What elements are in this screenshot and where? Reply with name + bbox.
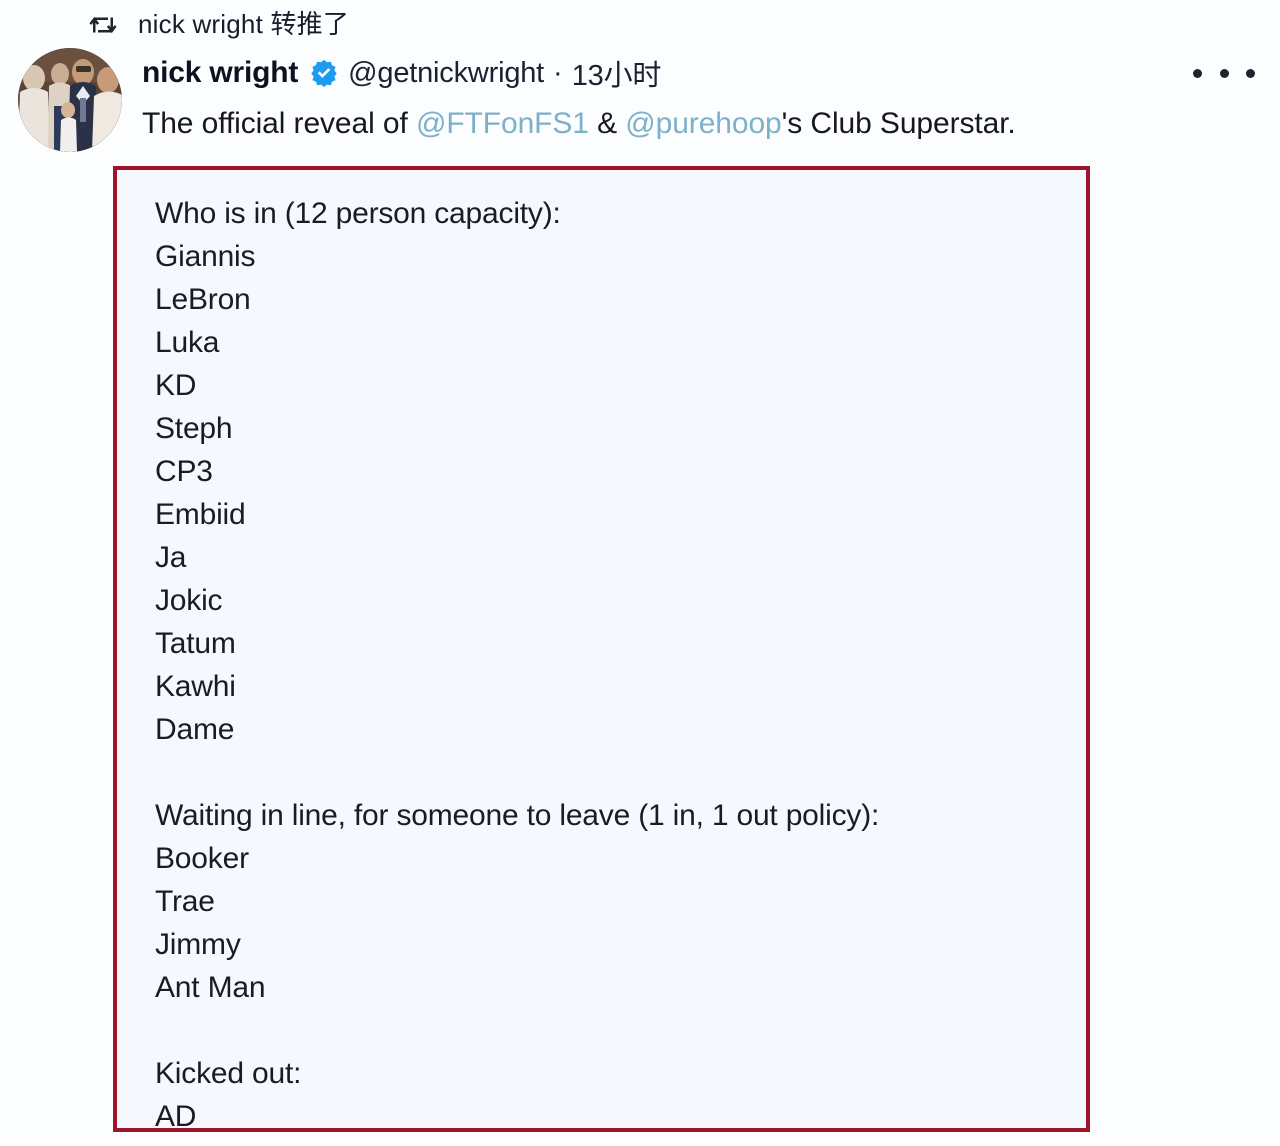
tweet-content: nick wright @getnickwright · 13小时 The of… [142, 42, 1280, 144]
author-handle[interactable]: @getnickwright [348, 57, 544, 90]
retweet-context: nick wright 转推了 [0, 0, 1280, 42]
avatar[interactable] [18, 48, 122, 152]
list-line: Embiid [155, 498, 246, 531]
more-dot [1246, 68, 1255, 78]
list-line: Luka [155, 326, 220, 359]
list-line: Steph [155, 412, 233, 445]
tweet-text: The official reveal of @FTFonFS1 & @pure… [142, 96, 1270, 144]
list-line: Booker [155, 842, 249, 875]
list-line: KD [155, 369, 197, 402]
list-line: Trae [155, 885, 215, 918]
tweet-text-prefix: The official reveal of [142, 107, 416, 140]
list-blank-line [155, 751, 1086, 794]
mention-link-purehoop[interactable]: @purehoop [625, 107, 781, 140]
tweet-body: nick wright @getnickwright · 13小时 The of… [0, 42, 1280, 152]
list-line: CP3 [155, 455, 213, 488]
verified-badge-icon [310, 59, 338, 87]
mention-link-ftfonfs1[interactable]: @FTFonFS1 [416, 107, 589, 140]
retweet-context-label: nick wright 转推了 [138, 9, 350, 39]
separator-dot: · [553, 56, 563, 89]
author-display-name[interactable]: nick wright [142, 56, 298, 90]
list-blank-line [155, 1009, 1086, 1052]
more-options-icon[interactable] [1193, 58, 1255, 88]
list-line: Who is in (12 person capacity): [155, 197, 561, 230]
list-line: AD [155, 1100, 197, 1133]
club-superstar-list-box: Who is in (12 person capacity): Giannis Le… [113, 166, 1090, 1133]
list-line: Waiting in line, for someone to leave (1… [155, 799, 880, 832]
avatar-column [0, 42, 142, 152]
list-line: Kawhi [155, 670, 236, 703]
tweet-text-middle: & [588, 107, 626, 140]
list-line: Ja [155, 541, 187, 574]
list-line: LeBron [155, 283, 251, 316]
more-dot [1219, 68, 1229, 78]
list-line: Jokic [155, 584, 223, 617]
list-line: Tatum [155, 627, 236, 660]
more-dot [1193, 68, 1202, 78]
list-line: Kicked out: [155, 1057, 302, 1090]
list-line: Dame [155, 713, 235, 746]
retweet-icon [88, 10, 118, 40]
list-line: Ant Man [155, 971, 266, 1004]
author-line: nick wright @getnickwright · 13小时 [142, 42, 1270, 96]
tweet-card: nick wright 转推了 nick wright @getnickwrig… [0, 0, 1280, 1146]
list-line: Jimmy [155, 928, 241, 961]
tweet-text-suffix: 's Club Superstar. [781, 107, 1016, 140]
list-line: Giannis [155, 240, 256, 273]
tweet-timestamp[interactable]: 13小时 [572, 52, 662, 94]
